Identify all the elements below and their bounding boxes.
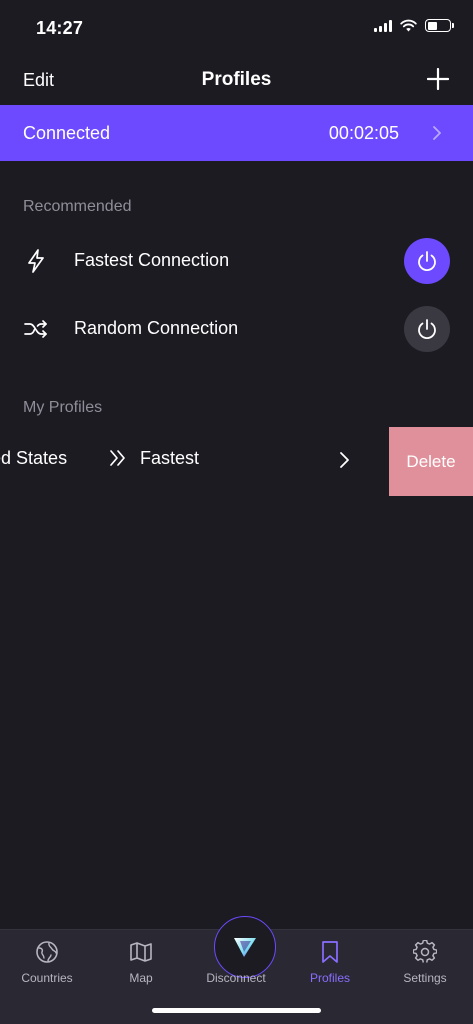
wifi-icon bbox=[400, 19, 417, 32]
profile-content[interactable]: nited States Fastest tflix bbox=[0, 427, 360, 496]
profile-country: nited States bbox=[0, 448, 68, 468]
tab-profiles[interactable]: Profiles bbox=[283, 930, 377, 992]
fastest-power-button[interactable] bbox=[404, 238, 450, 284]
profile-row[interactable]: nited States Fastest tflix Delete bbox=[0, 427, 473, 496]
shuffle-icon bbox=[24, 320, 47, 338]
power-icon bbox=[418, 251, 436, 272]
chevron-right-icon bbox=[340, 452, 349, 468]
connection-status: Connected bbox=[23, 123, 111, 143]
vpn-logo-icon bbox=[234, 938, 256, 957]
tab-settings[interactable]: Settings bbox=[378, 930, 472, 992]
connected-banner[interactable]: Connected 00:02:05 bbox=[0, 105, 473, 161]
profile-server: Fastest bbox=[140, 448, 200, 468]
disconnect-button[interactable] bbox=[214, 916, 276, 978]
tab-label: Settings bbox=[403, 971, 447, 985]
recommended-item-label: Random Connection bbox=[74, 318, 239, 338]
bookmark-icon bbox=[322, 941, 338, 963]
tab-map[interactable]: Map bbox=[94, 930, 188, 992]
tab-label: Countries bbox=[21, 971, 73, 985]
recommended-item-fastest[interactable]: Fastest Connection bbox=[0, 233, 473, 289]
random-power-button[interactable] bbox=[404, 306, 450, 352]
home-indicator bbox=[152, 1008, 321, 1013]
lightning-icon bbox=[28, 249, 44, 273]
map-icon bbox=[130, 942, 152, 962]
chevron-right-icon bbox=[433, 126, 441, 140]
recommended-item-random[interactable]: Random Connection bbox=[0, 301, 473, 357]
tab-label: Disconnect bbox=[206, 971, 266, 985]
delete-button[interactable]: Delete bbox=[389, 427, 473, 496]
tab-label: Profiles bbox=[309, 971, 350, 985]
recommended-item-label: Fastest Connection bbox=[74, 250, 230, 270]
status-time: 14:27 bbox=[36, 18, 84, 38]
tab-countries[interactable]: Countries bbox=[0, 930, 94, 992]
status-bar: 14:27 bbox=[0, 0, 473, 56]
my-profiles-header: My Profiles bbox=[23, 399, 103, 416]
gear-icon bbox=[413, 940, 437, 963]
tab-label: Map bbox=[129, 971, 153, 985]
recommended-header: Recommended bbox=[23, 198, 132, 215]
connection-duration: 00:02:05 bbox=[328, 123, 399, 143]
globe-icon bbox=[36, 941, 58, 963]
add-icon[interactable] bbox=[427, 68, 449, 90]
page-title: Profiles bbox=[201, 69, 272, 90]
status-icons bbox=[374, 19, 454, 32]
cellular-signal-icon bbox=[374, 19, 392, 32]
battery-icon bbox=[425, 19, 454, 32]
tab-disconnect[interactable]: Disconnect bbox=[189, 916, 283, 992]
power-icon bbox=[418, 319, 436, 340]
nav-bar: Edit Profiles bbox=[0, 56, 473, 104]
double-chevron-icon bbox=[110, 450, 125, 466]
